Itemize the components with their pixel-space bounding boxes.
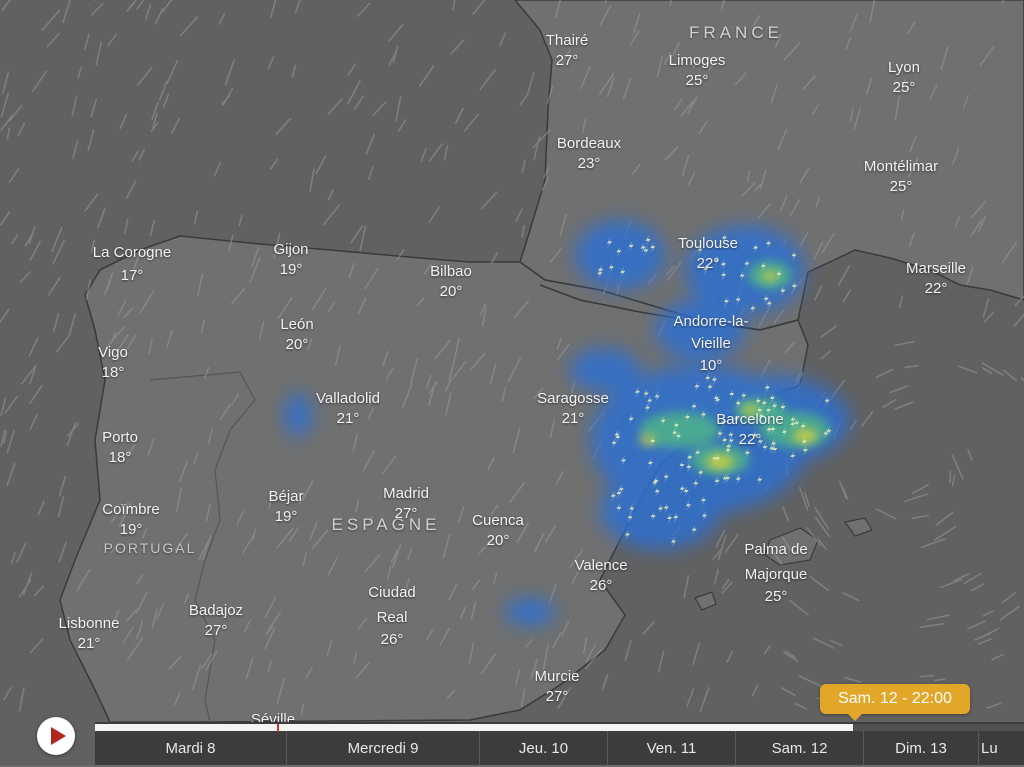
city-label: Gijon19° <box>273 240 308 280</box>
city-label: Coïmbre19° <box>102 500 160 540</box>
city-label: Andorre-la-Vieille10° <box>656 311 766 377</box>
city-label: Saragosse21° <box>537 389 609 429</box>
country-label-portugal: PORTUGAL <box>104 540 197 556</box>
city-label: Bordeaux23° <box>557 134 621 174</box>
current-time-tooltip: Sam. 12 - 22:00 <box>820 684 970 714</box>
city-label: Ciudad Real26° <box>352 580 432 650</box>
play-button[interactable] <box>37 717 75 755</box>
city-label: Murcie27° <box>534 667 579 707</box>
weather-map[interactable] <box>0 0 1024 765</box>
play-icon <box>51 727 66 745</box>
city-label: Palma de Majorque25° <box>726 537 826 607</box>
timeline-day[interactable]: Ven. 11 <box>607 731 735 765</box>
city-label: Badajoz27° <box>189 601 243 641</box>
city-label: Valladolid21° <box>316 389 380 429</box>
city-label: Porto18° <box>102 428 138 468</box>
timeline-day[interactable]: Mercredi 9 <box>286 731 479 765</box>
city-label: Montélimar25° <box>864 157 938 197</box>
timeline-progress <box>95 724 853 731</box>
timeline-day[interactable]: Mardi 8 <box>95 731 286 765</box>
city-label: Lisbonne21° <box>59 614 120 654</box>
city-label: Barcelone22° <box>716 410 784 450</box>
city-label: Cuenca20° <box>472 511 524 551</box>
timeline-scrubber[interactable] <box>95 724 1024 731</box>
city-label: Marseille22° <box>906 259 966 299</box>
city-label: Béjar19° <box>268 487 303 527</box>
wind-streak <box>920 676 934 677</box>
country-label-france: FRANCE <box>689 23 783 43</box>
timeline-day[interactable]: Jeu. 10 <box>479 731 607 765</box>
city-label: Lyon25° <box>888 58 920 98</box>
city-label: Bilbao20° <box>430 262 472 302</box>
city-label: Madrid27° <box>383 484 429 524</box>
timeline-day[interactable]: Lu <box>978 731 1024 765</box>
city-label: Limoges25° <box>669 51 726 91</box>
city-label: La Corogne17° <box>87 240 177 286</box>
timeline-day[interactable]: Sam. 12 <box>735 731 863 765</box>
city-label: Vigo18° <box>98 343 128 383</box>
city-label: León20° <box>280 315 313 355</box>
city-label: Thairé27° <box>546 31 589 71</box>
city-label: Toulouse22° <box>678 234 738 274</box>
timeline-day[interactable]: Dim. 13 <box>863 731 978 765</box>
city-label: Valence26° <box>574 556 627 596</box>
